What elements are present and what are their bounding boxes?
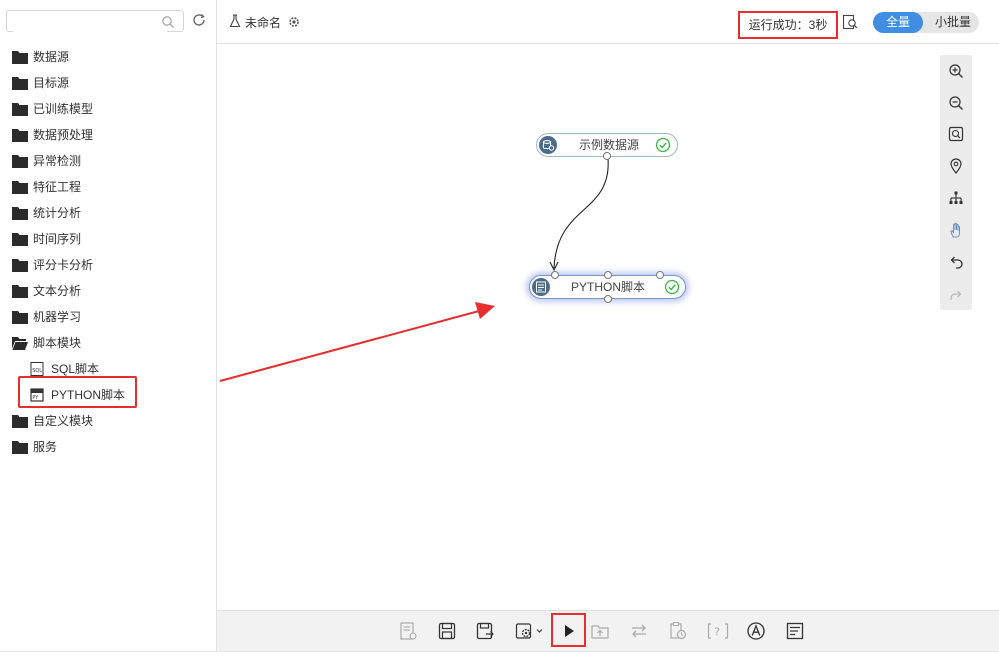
tree-folder-machine-learning[interactable]: 机器学习: [0, 304, 216, 330]
tree-folder-custom-modules[interactable]: 自定义模块: [0, 408, 216, 434]
tree-label: 文本分析: [33, 284, 82, 298]
bottom-toolbar: ?: [217, 610, 999, 652]
tree-label: 数据源: [33, 50, 70, 64]
tree-label: 数据预处理: [33, 128, 94, 142]
folder-icon: [12, 181, 28, 194]
tree-label: 时间序列: [33, 232, 82, 246]
schedule-icon[interactable]: [668, 621, 688, 641]
auto-layout-icon[interactable]: [948, 190, 964, 206]
tree-label: 已训练模型: [33, 102, 94, 116]
edge-source-to-python[interactable]: [553, 157, 609, 269]
export-icon[interactable]: [590, 621, 610, 641]
folder-icon: [12, 311, 28, 324]
properties-icon[interactable]: [398, 621, 418, 641]
project-title[interactable]: 未命名: [245, 14, 281, 31]
tree-label: 脚本模块: [33, 336, 82, 350]
svg-text:SQL: SQL: [32, 368, 42, 374]
sql-file-icon: SQL: [30, 362, 44, 376]
help-icon[interactable]: ?: [706, 621, 730, 641]
tree-folder-anomaly[interactable]: 异常检测: [0, 148, 216, 174]
redo-icon[interactable]: [948, 286, 964, 302]
svg-text:?: ?: [714, 626, 720, 639]
tree-folder-statistics[interactable]: 统计分析: [0, 200, 216, 226]
tree-folder-preprocessing[interactable]: 数据预处理: [0, 122, 216, 148]
folder-icon: [12, 51, 28, 64]
tree-label: 目标源: [33, 76, 70, 90]
search-box[interactable]: [6, 10, 184, 32]
output-port[interactable]: [604, 295, 612, 303]
top-bar: 未命名 运行成功：3秒 全量 小批量: [217, 0, 999, 44]
component-sidebar: 数据源 目标源 已训练模型 数据预处理 异常检测 特征工程 统计分析 时间序列: [0, 0, 217, 651]
tree-label: 统计分析: [33, 206, 82, 220]
run-log-icon[interactable]: [842, 14, 858, 30]
mode-full-button[interactable]: 全量: [873, 12, 923, 33]
highlight-box-run-button: [551, 613, 586, 647]
success-check-icon: [655, 137, 671, 153]
sync-icon[interactable]: [629, 621, 649, 641]
tree-folder-time-series[interactable]: 时间序列: [0, 226, 216, 252]
data-mode-toggle: 全量 小批量: [873, 12, 979, 33]
tree-label: 机器学习: [33, 310, 82, 324]
folder-icon: [12, 259, 28, 272]
log-icon[interactable]: [785, 621, 805, 641]
canvas-view-toolbar: [940, 55, 972, 310]
node-sample-data-source[interactable]: 示例数据源: [536, 133, 678, 160]
script-icon: [532, 278, 550, 296]
flask-icon: [229, 14, 241, 28]
undo-icon[interactable]: [948, 254, 964, 270]
fit-view-icon[interactable]: [948, 126, 964, 142]
folder-icon: [12, 207, 28, 220]
refresh-icon[interactable]: [191, 12, 207, 28]
zoom-in-icon[interactable]: [948, 63, 964, 79]
font-icon[interactable]: [746, 621, 766, 641]
settings-dropdown-icon[interactable]: [514, 621, 544, 641]
input-port-3[interactable]: [656, 271, 664, 279]
zoom-out-icon[interactable]: [948, 95, 964, 111]
input-port-2[interactable]: [604, 271, 612, 279]
folder-icon: [12, 285, 28, 298]
output-port[interactable]: [603, 152, 611, 160]
tree-folder-trained-models[interactable]: 已训练模型: [0, 96, 216, 122]
tree-label: 自定义模块: [33, 414, 94, 428]
folder-icon: [12, 129, 28, 142]
save-as-icon[interactable]: [475, 621, 495, 641]
search-input[interactable]: [13, 12, 167, 32]
folder-icon: [12, 103, 28, 116]
tree-folder-target-source[interactable]: 目标源: [0, 70, 216, 96]
database-icon: [539, 136, 557, 154]
tree-folder-services[interactable]: 服务: [0, 434, 216, 460]
locate-icon[interactable]: [948, 158, 964, 174]
folder-icon: [12, 415, 28, 428]
search-icon[interactable]: [161, 15, 175, 29]
pan-hand-icon[interactable]: [948, 222, 964, 238]
tree-label: 评分卡分析: [33, 258, 94, 272]
mode-small-batch-button[interactable]: 小批量: [927, 12, 979, 33]
folder-icon: [12, 441, 28, 454]
tree-folder-script-modules[interactable]: 脚本模块: [0, 330, 216, 356]
save-icon[interactable]: [437, 621, 457, 641]
edge-layer: [219, 157, 609, 382]
settings-gear-icon[interactable]: [288, 16, 300, 28]
tree-folder-scorecard[interactable]: 评分卡分析: [0, 252, 216, 278]
folder-open-icon: [12, 337, 28, 350]
tree-folder-data-source[interactable]: 数据源: [0, 44, 216, 70]
tree-label: 特征工程: [33, 180, 82, 194]
tree-folder-text-analysis[interactable]: 文本分析: [0, 278, 216, 304]
annotation-arrow-line: [219, 310, 480, 382]
folder-icon: [12, 77, 28, 90]
highlight-box-python-item: [18, 376, 137, 408]
tree-folder-feature-engineering[interactable]: 特征工程: [0, 174, 216, 200]
folder-icon: [12, 155, 28, 168]
tree-label: 异常检测: [33, 154, 82, 168]
workflow-canvas[interactable]: 示例数据源 PYTHON脚本: [217, 44, 999, 610]
annotation-arrow-head: [475, 302, 495, 319]
page-footer-strip: [0, 651, 999, 672]
input-port-1[interactable]: [551, 271, 559, 279]
success-check-icon: [664, 279, 680, 295]
folder-icon: [12, 233, 28, 246]
run-status-badge: 运行成功：3秒: [738, 11, 838, 39]
tree-label: 服务: [33, 440, 58, 454]
node-python-script[interactable]: PYTHON脚本: [529, 271, 686, 303]
